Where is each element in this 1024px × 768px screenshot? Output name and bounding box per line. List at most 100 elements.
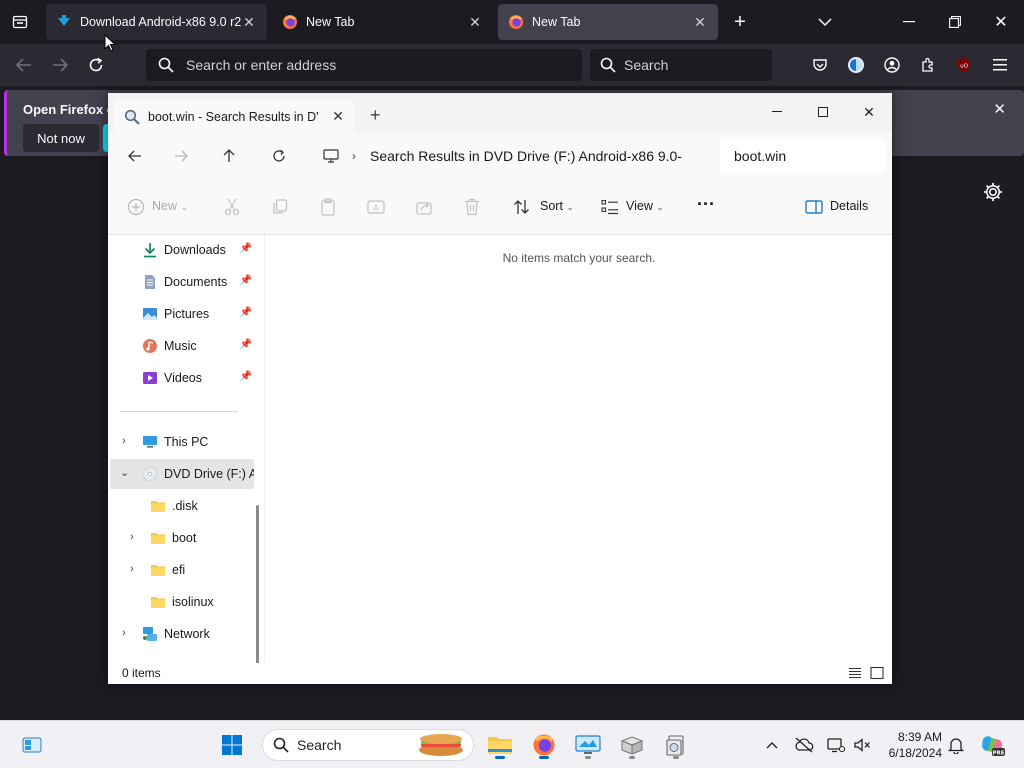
view-list-icon[interactable] <box>600 197 620 217</box>
paste-clipboard-icon[interactable] <box>318 197 338 217</box>
rename-icon[interactable]: A <box>366 197 386 217</box>
tab-title: New Tab <box>532 15 581 29</box>
close-tab-icon[interactable]: ✕ <box>692 14 708 30</box>
details-view-icon[interactable] <box>848 667 862 679</box>
restore-window-icon[interactable] <box>942 10 968 34</box>
pin-icon[interactable]: 📌 <box>240 275 252 286</box>
minimize-window-icon[interactable] <box>896 10 922 34</box>
file-explorer-taskbar-icon[interactable] <box>484 729 516 761</box>
hamburger-menu-icon[interactable] <box>988 53 1012 77</box>
close-window-icon[interactable]: ✕ <box>988 10 1014 34</box>
browser-tab-new-tab[interactable]: New Tab ✕ <box>272 4 493 40</box>
cut-scissors-icon[interactable] <box>222 197 242 217</box>
explorer-refresh-icon[interactable] <box>264 141 294 171</box>
new-button[interactable]: New ⌄ <box>152 199 188 213</box>
not-now-button[interactable]: Not now <box>23 124 99 152</box>
nav-pane-scrollbar[interactable] <box>256 505 259 663</box>
browser-tab-download[interactable]: Download Android-x86 9.0 r2 ( ✕ <box>46 4 267 40</box>
list-all-tabs-chevron-icon[interactable] <box>815 10 835 34</box>
explorer-close-icon[interactable]: ✕ <box>846 97 892 127</box>
browser-tab-new-tab-active[interactable]: New Tab ✕ <box>498 4 718 40</box>
explorer-search-input[interactable]: boot.win <box>720 140 886 172</box>
nav-item-network[interactable]: › Network <box>110 619 254 649</box>
nav-item-label: This PC <box>164 435 209 449</box>
nav-item-label: Pictures <box>164 307 210 321</box>
taskbar-search-input[interactable]: Search <box>262 729 474 761</box>
onedrive-offline-icon[interactable] <box>794 735 814 755</box>
nav-item-downloads[interactable]: Downloads 📌 <box>110 235 254 265</box>
nav-item-music[interactable]: Music 📌 <box>110 331 254 361</box>
ublock-origin-icon[interactable]: uO <box>952 53 976 77</box>
nav-item-folder-isolinux[interactable]: isolinux <box>110 587 254 617</box>
details-button[interactable]: Details <box>830 199 868 213</box>
windows-taskbar: Search 8:39 AM 6/18/2024 PRE <box>0 720 1024 768</box>
collapse-chevron-icon[interactable]: ⌄ <box>120 466 129 479</box>
volume-muted-icon[interactable] <box>852 735 872 755</box>
nav-item-folder-disk[interactable]: .disk <box>110 491 254 521</box>
nav-item-pictures[interactable]: Pictures 📌 <box>110 299 254 329</box>
explorer-back-icon[interactable] <box>120 141 150 171</box>
explorer-new-tab-plus-icon[interactable]: + <box>370 105 381 126</box>
display-network-icon[interactable] <box>826 735 846 755</box>
breadcrumb[interactable]: › Search Results in DVD Drive (F:) Andro… <box>314 140 710 172</box>
nav-item-dvd-drive[interactable]: ⌄ DVD Drive (F:) A <box>110 459 254 489</box>
widgets-icon[interactable] <box>16 729 48 761</box>
close-tab-icon[interactable]: ✕ <box>467 14 483 30</box>
copilot-pre-icon[interactable]: PRE <box>976 729 1008 761</box>
sort-arrows-icon[interactable] <box>512 197 532 217</box>
nav-item-folder-efi[interactable]: › efi <box>110 555 254 585</box>
app-installer-taskbar-icon[interactable] <box>616 729 648 761</box>
taskbar-clock[interactable]: 8:39 AM 6/18/2024 <box>880 729 942 761</box>
reload-icon[interactable] <box>84 53 108 77</box>
vpn-extension-icon[interactable] <box>844 53 868 77</box>
close-explorer-tab-icon[interactable]: ✕ <box>332 108 344 125</box>
delete-trash-icon[interactable] <box>462 197 482 217</box>
pin-icon[interactable]: 📌 <box>240 243 252 254</box>
forward-arrow-icon[interactable] <box>48 53 72 77</box>
explorer-up-icon[interactable] <box>214 141 244 171</box>
nav-item-this-pc[interactable]: › This PC <box>110 427 254 457</box>
pocket-icon[interactable] <box>808 53 832 77</box>
expand-chevron-icon[interactable]: › <box>130 563 134 575</box>
large-icons-view-icon[interactable] <box>870 666 884 680</box>
remote-desktop-taskbar-icon[interactable] <box>572 729 604 761</box>
explorer-forward-icon[interactable] <box>166 141 196 171</box>
details-pane-icon[interactable] <box>804 197 824 217</box>
firefox-taskbar-icon[interactable] <box>528 729 560 761</box>
explorer-tab-search-results[interactable]: boot.win - Search Results in D' ✕ <box>114 100 354 133</box>
settings-gear-icon[interactable] <box>982 181 1004 203</box>
explorer-file-list[interactable]: No items match your search. <box>264 235 892 663</box>
pin-icon[interactable]: 📌 <box>240 371 252 382</box>
url-input[interactable]: Search or enter address <box>146 49 582 81</box>
extensions-icon[interactable] <box>916 53 940 77</box>
expand-chevron-icon[interactable]: › <box>122 435 126 447</box>
view-button[interactable]: View ⌄ <box>626 199 664 213</box>
new-tab-plus-icon[interactable]: + <box>730 10 750 34</box>
more-options-button[interactable]: ... <box>697 189 715 210</box>
nav-item-documents[interactable]: Documents 📌 <box>110 267 254 297</box>
pin-icon[interactable]: 📌 <box>240 339 252 350</box>
search-bar-input[interactable]: Search <box>590 49 772 81</box>
nav-item-folder-boot[interactable]: › boot <box>110 523 254 553</box>
show-hidden-icons-chevron-icon[interactable] <box>762 735 782 755</box>
firefox-view-icon[interactable] <box>8 10 32 34</box>
account-icon[interactable] <box>880 53 904 77</box>
notification-close-icon[interactable]: ✕ <box>993 100 1006 118</box>
notification-bell-icon[interactable] <box>946 735 966 755</box>
sort-button[interactable]: Sort ⌄ <box>540 199 574 213</box>
explorer-maximize-icon[interactable] <box>800 97 846 127</box>
expand-chevron-icon[interactable]: › <box>130 531 134 543</box>
expand-chevron-icon[interactable]: › <box>122 627 126 639</box>
disk-image-taskbar-icon[interactable] <box>660 729 692 761</box>
copy-icon[interactable] <box>270 197 290 217</box>
close-tab-icon[interactable]: ✕ <box>241 14 257 30</box>
nav-item-label: Music <box>164 339 197 353</box>
windows-start-icon[interactable] <box>216 729 248 761</box>
view-dropdown-chevron-icon: ⌄ <box>656 202 664 212</box>
pin-icon[interactable]: 📌 <box>240 307 252 318</box>
explorer-minimize-icon[interactable] <box>754 97 800 127</box>
nav-item-videos[interactable]: Videos 📌 <box>110 363 254 393</box>
new-plus-circle-icon[interactable] <box>126 197 146 217</box>
share-icon[interactable] <box>414 197 434 217</box>
back-arrow-icon[interactable] <box>12 53 36 77</box>
